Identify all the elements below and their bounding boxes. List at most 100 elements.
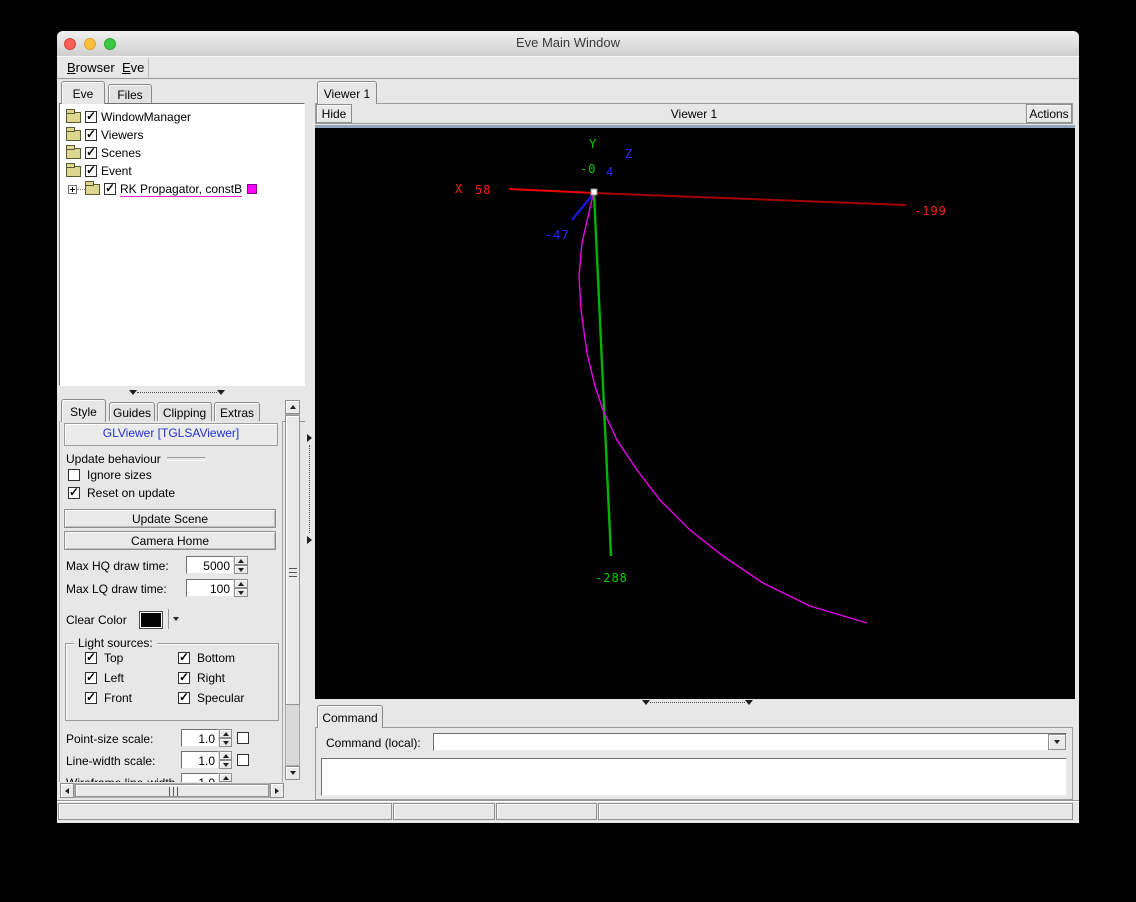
light-right-option[interactable]: Right: [178, 670, 225, 685]
checkbox[interactable]: [85, 109, 97, 123]
camera-home-button[interactable]: Camera Home: [64, 531, 276, 550]
light-sources-label: Light sources:: [74, 636, 157, 650]
checkbox[interactable]: [104, 181, 116, 195]
checkbox[interactable]: [237, 732, 249, 744]
spin-down-icon: [234, 588, 248, 597]
gl-viewport[interactable]: X 58 -199 Y -0 -288 Z 4 -47: [315, 125, 1075, 699]
ignore-sizes-option[interactable]: Ignore sizes: [68, 468, 152, 482]
gl-scene: [508, 188, 907, 624]
expander-icon[interactable]: [68, 184, 77, 194]
clear-color-row: Clear Color: [60, 609, 282, 631]
spinner[interactable]: [219, 729, 232, 747]
checkbox[interactable]: [178, 670, 190, 684]
point-size-scale-input[interactable]: 1.0: [181, 729, 219, 747]
line-width-scale-input[interactable]: 1.0: [181, 751, 219, 769]
checkbox[interactable]: [178, 690, 190, 704]
x-axis-right: [593, 192, 907, 206]
command-tabstrip: Command: [315, 705, 1073, 728]
y-axis-near-value: -0: [580, 162, 597, 176]
tab-guides[interactable]: Guides: [109, 402, 155, 421]
spinner[interactable]: [219, 773, 232, 782]
spinner[interactable]: [219, 751, 232, 769]
update-scene-button[interactable]: Update Scene: [64, 509, 276, 528]
viewer-title: Viewer 1: [670, 107, 718, 121]
element-color-swatch: [247, 184, 258, 194]
checkbox[interactable]: [68, 469, 80, 481]
tree-item-windowmanager[interactable]: WindowManager: [60, 108, 304, 126]
origin-marker: [590, 188, 598, 196]
z-axis-far-value: -47: [545, 228, 570, 242]
checkbox[interactable]: [85, 690, 97, 704]
collapse-arrow-icon[interactable]: [745, 699, 753, 705]
tab-extras[interactable]: Extras: [214, 402, 260, 421]
scroll-thumb[interactable]: [75, 784, 269, 797]
collapse-arrow-icon[interactable]: [307, 434, 312, 442]
tab-files[interactable]: Files: [108, 84, 152, 103]
spin-up-icon: [219, 729, 232, 738]
collapse-arrow-icon[interactable]: [642, 699, 650, 705]
collapse-arrow-icon[interactable]: [307, 536, 312, 544]
command-input[interactable]: [433, 733, 1067, 751]
tab-viewer-1[interactable]: Viewer 1: [317, 81, 377, 104]
y-axis-label: Y: [589, 137, 598, 151]
checkbox[interactable]: [85, 670, 97, 684]
status-segment: [58, 803, 392, 820]
menu-browser[interactable]: Browser: [65, 60, 117, 77]
checkbox[interactable]: [85, 145, 97, 159]
collapse-arrow-icon[interactable]: [217, 389, 225, 395]
light-bottom-option[interactable]: Bottom: [178, 650, 235, 665]
checkbox[interactable]: [68, 485, 80, 499]
spin-up-icon: [234, 579, 248, 588]
tab-eve[interactable]: Eve: [61, 81, 105, 104]
main-vsplitter[interactable]: [305, 80, 315, 797]
tree-item-rk-propagator[interactable]: RK Propagator, constB: [60, 180, 304, 198]
wireframe-line-width-input[interactable]: 1.0: [181, 773, 219, 782]
tree-item-event[interactable]: Event: [60, 162, 304, 180]
checkbox[interactable]: [178, 650, 190, 664]
color-dropdown-icon[interactable]: [173, 617, 179, 621]
scroll-right-icon[interactable]: [270, 783, 284, 798]
y-axis-far-value: -288: [595, 571, 628, 585]
glviewer-class-header[interactable]: GLViewer [TGLSAViewer]: [64, 423, 278, 446]
x-axis-label: X: [455, 182, 464, 196]
max-hq-draw-time-input[interactable]: 5000: [186, 556, 234, 574]
light-front-option[interactable]: Front: [85, 690, 132, 705]
spinner[interactable]: [234, 579, 248, 597]
tree-item-label: WindowManager: [101, 110, 192, 124]
spinner[interactable]: [234, 556, 248, 574]
light-specular-option[interactable]: Specular: [178, 690, 244, 705]
command-output[interactable]: [321, 758, 1067, 796]
checkbox[interactable]: [85, 163, 97, 177]
command-dropdown-icon[interactable]: [1048, 734, 1066, 750]
title-bar[interactable]: Eve Main Window: [57, 31, 1079, 57]
sidebar-splitter[interactable]: [59, 388, 305, 396]
light-left-option[interactable]: Left: [85, 670, 124, 685]
scroll-left-icon[interactable]: [60, 783, 74, 798]
reset-on-update-option[interactable]: Reset on update: [68, 485, 175, 500]
scroll-up-icon[interactable]: [285, 400, 300, 414]
checkbox[interactable]: [85, 650, 97, 664]
glviewer-style-panel: GLViewer [TGLSAViewer] Update behaviour …: [59, 421, 283, 782]
tree-item-label: Viewers: [101, 128, 144, 142]
collapse-arrow-icon[interactable]: [129, 389, 137, 395]
scroll-down-icon[interactable]: [285, 766, 300, 780]
light-top-option[interactable]: Top: [85, 650, 123, 665]
tab-style[interactable]: Style: [61, 399, 106, 422]
actions-button[interactable]: Actions: [1026, 104, 1072, 123]
checkbox[interactable]: [237, 754, 249, 766]
eve-main-window: Eve Main Window Browser Eve Eve Files Wi…: [57, 31, 1079, 823]
tree-item-viewers[interactable]: Viewers: [60, 126, 304, 144]
scroll-thumb[interactable]: [285, 415, 300, 705]
checkbox[interactable]: [85, 127, 97, 141]
window-title: Eve Main Window: [515, 35, 621, 50]
menu-eve[interactable]: Eve: [120, 60, 146, 77]
tab-clipping[interactable]: Clipping: [157, 402, 212, 421]
tab-command[interactable]: Command: [317, 705, 383, 728]
tree-connector: [77, 188, 85, 190]
tree-item-scenes[interactable]: Scenes: [60, 144, 304, 162]
editor-tabstrip: Style Guides Clipping Extras: [59, 398, 305, 422]
clear-color-swatch[interactable]: [139, 611, 163, 629]
spin-down-icon: [219, 760, 232, 769]
spin-up-icon: [219, 773, 232, 782]
max-lq-draw-time-input[interactable]: 100: [186, 579, 234, 597]
